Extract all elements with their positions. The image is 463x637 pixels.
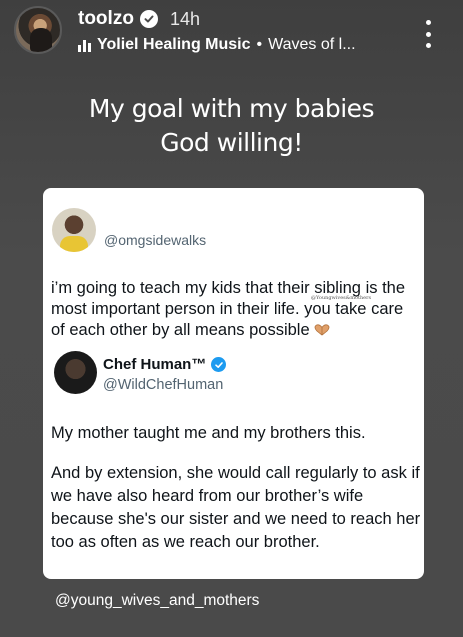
post-time: 14h: [169, 8, 200, 29]
story-view: toolzo 14h Yoliel Healing Music • Waves …: [0, 0, 463, 637]
tweet1-text: i’m going to teach my kids that their si…: [51, 278, 421, 341]
tweet2-name: Chef Human™: [103, 356, 207, 373]
tweet2-author: Chef Human™: [103, 356, 227, 373]
heart-hands-icon: [314, 324, 330, 336]
music-track: Waves of l...: [268, 36, 356, 53]
audio-bars-icon: [78, 38, 91, 52]
tweet2-avatar: [54, 351, 97, 394]
credit-mention[interactable]: @young_wives_and_mothers: [55, 592, 259, 610]
tweet2-paragraph-2: And by extension, she would call regular…: [51, 464, 421, 551]
story-header: toolzo 14h Yoliel Healing Music • Waves …: [14, 6, 453, 58]
music-separator: •: [256, 36, 263, 53]
tweet1-body: i’m going to teach my kids that their si…: [51, 279, 406, 339]
profile-avatar[interactable]: [14, 6, 62, 54]
music-artist: Yoliel Healing Music: [97, 36, 251, 53]
story-caption: My goal with my babies God willing!: [0, 92, 463, 160]
tweet1-avatar: [52, 208, 96, 252]
more-options-icon[interactable]: [423, 20, 433, 48]
verified-icon: [139, 10, 158, 28]
username-row: toolzo 14h: [78, 8, 200, 30]
tweet2-text: My mother taught me and my brothers this…: [51, 422, 421, 571]
music-attribution[interactable]: Yoliel Healing Music • Waves of l...: [78, 36, 356, 54]
tweet-screenshot-card: @omgsidewalks @Youngwives&mothers i’m go…: [43, 188, 424, 579]
tweet2-paragraph-1: My mother taught me and my brothers this…: [51, 424, 366, 442]
tweet1-handle: @omgsidewalks: [104, 232, 207, 248]
caption-line-1: My goal with my babies: [88, 94, 375, 123]
caption-line-2: God willing!: [160, 128, 303, 157]
username[interactable]: toolzo: [78, 8, 134, 30]
tweet2-handle: @WildChefHuman: [103, 377, 224, 393]
verified-badge-icon: [211, 357, 227, 372]
